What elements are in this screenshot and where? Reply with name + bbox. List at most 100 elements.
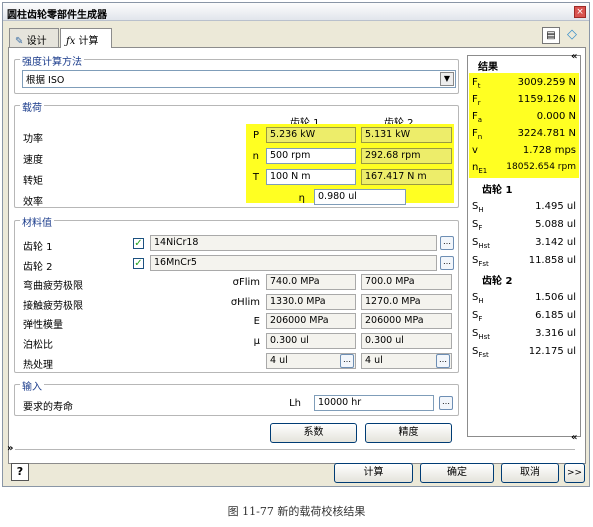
result-g1-sfst-value: 11.858 ul	[528, 255, 576, 266]
gear1-material-checkbox[interactable]: ✓	[133, 238, 144, 249]
result-g2-sf: SF 6.185 ul	[472, 310, 576, 323]
tab-calculation[interactable]: ƒx 计算	[60, 28, 112, 48]
gear1-material-field[interactable]: 14NiCr18	[150, 235, 437, 251]
tab-calculation-label: 计算	[78, 36, 99, 47]
calculate-button[interactable]: 计算	[334, 463, 413, 483]
figure-caption: 图 11-77 新的载荷校核结果	[227, 505, 366, 518]
poisson-ratio-label: 泊松比	[23, 340, 53, 351]
notes-icon[interactable]: ▤	[542, 27, 560, 44]
loads-title: 载荷	[20, 99, 44, 114]
result-g2-shst-value: 3.316 ul	[535, 328, 576, 339]
formula-icon: ƒx	[66, 36, 76, 47]
gear2-material-checkbox[interactable]: ✓	[133, 258, 144, 269]
contact-limit-symbol: σHlim	[230, 297, 260, 308]
more-button[interactable]: >>	[564, 463, 585, 483]
tab-design[interactable]: ✎ 设计	[9, 28, 59, 47]
heat-treatment-gear1-browse-button[interactable]: …	[340, 354, 354, 368]
chevron-down-icon[interactable]: ▼	[440, 72, 454, 86]
eraser-icon[interactable]: ◇	[563, 27, 581, 44]
required-life-field[interactable]: 10000 hr	[314, 395, 434, 411]
results-panel: 结果 Ft 3009.259 N Fr 1159.126 N Fa 0.000 N F…	[467, 55, 581, 437]
help-icon[interactable]: ?	[11, 463, 29, 481]
required-life-symbol: Lh	[289, 398, 301, 409]
result-g2-sh-value: 1.506 ul	[535, 292, 576, 303]
contact-limit-gear1-field[interactable]: 1330.0 MPa	[266, 294, 356, 310]
result-g1-sf: SF 5.088 ul	[472, 219, 576, 232]
cancel-button[interactable]: 取消	[501, 463, 559, 483]
bending-limit-gear1-field[interactable]: 740.0 MPa	[266, 274, 356, 290]
gear1-material-browse-button[interactable]: …	[440, 236, 454, 250]
close-button[interactable]: ×	[574, 6, 586, 18]
result-g2-sfst: SFst 12.175 ul	[472, 346, 576, 359]
expand-icon[interactable]: »	[7, 443, 13, 454]
collapse-results-icon[interactable]: «	[571, 51, 577, 62]
gear2-material-browse-button[interactable]: …	[440, 256, 454, 270]
contact-limit-gear2-field[interactable]: 1270.0 MPa	[361, 294, 452, 310]
results-gear2-title: 齿轮 2	[482, 276, 513, 287]
calculation-panel: 强度计算方法 根据 ISO ▼ 载荷 齿轮 1 齿轮 2 功率 P 5.236 …	[8, 47, 586, 464]
result-g2-sfst-value: 12.175 ul	[528, 346, 576, 357]
result-ne1-value: 18052.654 rpm	[506, 162, 576, 172]
elastic-modulus-gear2-field[interactable]: 206000 MPa	[361, 313, 452, 329]
elastic-modulus-gear1-field[interactable]: 206000 MPa	[266, 313, 356, 329]
gear1-material-label: 齿轮 1	[23, 242, 53, 253]
result-row-v: v 1.728 mps	[472, 145, 576, 156]
results-title: 结果	[478, 62, 498, 73]
factors-button[interactable]: 系数	[270, 423, 357, 443]
gear2-material-label: 齿轮 2	[23, 262, 53, 273]
elastic-modulus-symbol: E	[253, 316, 260, 327]
power-gear2-field[interactable]: 5.131 kW	[361, 127, 452, 143]
input-title: 输入	[20, 378, 44, 393]
torque-gear1-field[interactable]: 100 N m	[266, 169, 356, 185]
accuracy-button[interactable]: 精度	[365, 423, 452, 443]
required-life-browse-button[interactable]: …	[439, 396, 453, 410]
result-fa-value: 0.000 N	[536, 111, 576, 122]
result-g2-sf-value: 6.185 ul	[535, 310, 576, 321]
result-row-ne1: nE1 18052.654 rpm	[472, 162, 576, 175]
gear2-material-field[interactable]: 16MnCr5	[150, 255, 437, 271]
speed-gear1-field[interactable]: 500 rpm	[266, 148, 356, 164]
collapse-bottom-icon[interactable]: «	[571, 432, 577, 443]
strength-method-select[interactable]: 根据 ISO ▼	[22, 70, 456, 88]
result-g1-shst-value: 3.142 ul	[535, 237, 576, 248]
torque-label: 转矩	[23, 176, 43, 187]
result-g2-sh: SH 1.506 ul	[472, 292, 576, 305]
speed-label: 速度	[23, 155, 43, 166]
result-g1-sf-value: 5.088 ul	[535, 219, 576, 230]
result-fn-value: 3224.781 N	[517, 128, 576, 139]
poisson-ratio-symbol: μ	[253, 336, 260, 347]
result-g2-shst: SHst 3.316 ul	[472, 328, 576, 341]
result-row-ft: Ft 3009.259 N	[472, 77, 576, 90]
heat-treatment-gear2-field[interactable]: 4 ul …	[361, 353, 452, 369]
power-gear1-field[interactable]: 5.236 kW	[266, 127, 356, 143]
elastic-modulus-label: 弹性模量	[23, 320, 63, 331]
strength-method-title: 强度计算方法	[20, 53, 84, 68]
gear-generator-dialog: 圆柱齿轮零部件生成器 × ✎ 设计 ƒx 计算 ▤ ◇ 强度计算方法 根据 IS…	[2, 2, 590, 487]
poisson-ratio-gear2-field[interactable]: 0.300 ul	[361, 333, 452, 349]
bending-limit-symbol: σFlim	[232, 277, 260, 288]
poisson-ratio-gear1-field[interactable]: 0.300 ul	[266, 333, 356, 349]
ok-button[interactable]: 确定	[420, 463, 494, 483]
power-symbol: P	[252, 130, 259, 141]
pencil-icon: ✎	[15, 36, 24, 47]
result-v-value: 1.728 mps	[522, 145, 576, 156]
results-gear1-title: 齿轮 1	[482, 185, 513, 196]
contact-limit-label: 接触疲劳极限	[23, 301, 83, 312]
heat-treatment-label: 热处理	[23, 360, 53, 371]
speed-gear2-field[interactable]: 292.68 rpm	[361, 148, 452, 164]
speed-symbol: n	[252, 151, 259, 162]
heat-treatment-gear2-browse-button[interactable]: …	[436, 354, 450, 368]
efficiency-field[interactable]: 0.980 ul	[314, 189, 406, 205]
result-g1-sh: SH 1.495 ul	[472, 201, 576, 214]
heat-treatment-gear1-field[interactable]: 4 ul …	[266, 353, 356, 369]
result-row-fa: Fa 0.000 N	[472, 111, 576, 124]
bending-limit-gear2-field[interactable]: 700.0 MPa	[361, 274, 452, 290]
result-fr-value: 1159.126 N	[517, 94, 576, 105]
divider	[15, 449, 575, 450]
result-row-fn: Fn 3224.781 N	[472, 128, 576, 141]
result-g1-shst: SHst 3.142 ul	[472, 237, 576, 250]
torque-gear2-field[interactable]: 167.417 N m	[361, 169, 452, 185]
efficiency-label: 效率	[23, 197, 43, 208]
torque-symbol: T	[252, 172, 259, 183]
strength-method-value: 根据 ISO	[26, 75, 65, 86]
